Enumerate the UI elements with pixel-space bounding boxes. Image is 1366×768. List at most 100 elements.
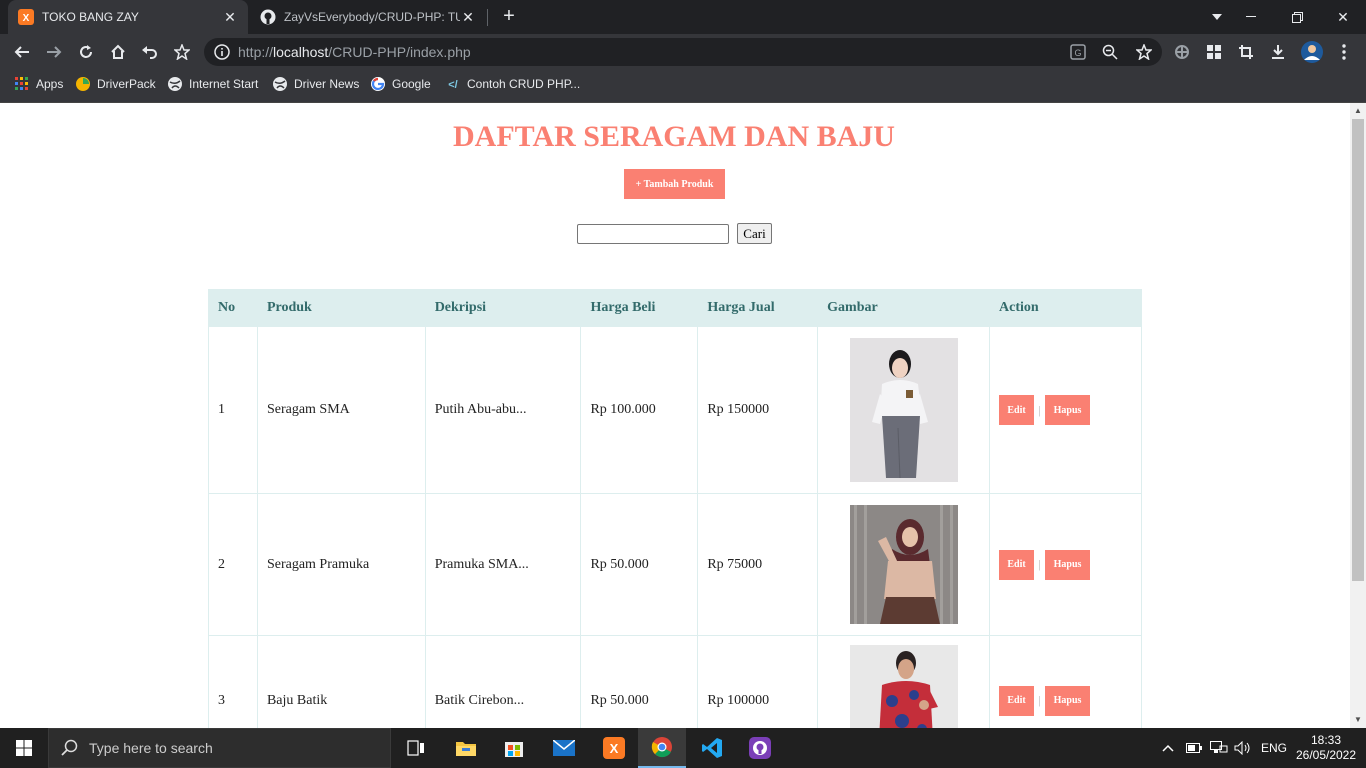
svg-text:X: X: [610, 741, 619, 756]
restore-button[interactable]: [1274, 0, 1320, 34]
bookmark-google[interactable]: Google: [370, 70, 431, 98]
uniform-pramuka-photo: [849, 505, 958, 624]
cell-action: Edit | Hapus: [989, 326, 1142, 494]
column-header-produk: Produk: [256, 289, 426, 327]
apps-grid-icon[interactable]: [1200, 38, 1228, 66]
cell-gambar: [817, 635, 991, 728]
home-icon[interactable]: [104, 38, 132, 66]
svg-text:</: </: [448, 79, 457, 91]
download-icon[interactable]: [1264, 38, 1292, 66]
google-icon: [370, 76, 386, 92]
cell-gambar: [817, 493, 991, 636]
edit-button[interactable]: Edit: [999, 549, 1035, 580]
address-bar[interactable]: http://localhost/CRUD-PHP/index.php G: [204, 38, 1162, 66]
table-row: 2 Seragam Pramuka Pramuka SMA... Rp 50.0…: [208, 493, 1142, 636]
bookmark-label: Internet Start: [189, 77, 259, 91]
microsoft-store-icon[interactable]: [490, 728, 538, 768]
delete-button[interactable]: Hapus: [1045, 685, 1091, 716]
close-window-button[interactable]: ✕: [1320, 0, 1366, 34]
battery-icon[interactable]: [1186, 728, 1202, 768]
cell-harga-beli: Rp 50.000: [580, 635, 699, 728]
delete-button[interactable]: Hapus: [1045, 549, 1091, 580]
cell-no: 3: [208, 635, 258, 728]
globe-icon: [272, 76, 288, 92]
minimize-button[interactable]: [1228, 0, 1274, 34]
bookmark-internet-start[interactable]: Internet Start: [167, 70, 258, 98]
page-viewport: DAFTAR SERAGAM DAN BAJU + Tambah Produk …: [0, 103, 1350, 728]
github-icon: [260, 9, 276, 25]
column-header-harga-jual: Harga Jual: [697, 289, 819, 327]
bookmark-apps[interactable]: Apps: [14, 70, 63, 98]
file-explorer-icon[interactable]: [442, 728, 490, 768]
zoom-icon[interactable]: [1102, 44, 1118, 65]
svg-text:G: G: [1074, 48, 1081, 58]
url-prefix: http://: [238, 44, 274, 60]
scroll-down-icon[interactable]: ▼: [1350, 712, 1366, 728]
tab-title: TOKO BANG ZAY: [42, 10, 139, 24]
undo-icon[interactable]: [136, 38, 164, 66]
vscode-icon[interactable]: [688, 728, 736, 768]
cell-harga-jual: Rp 100000: [697, 635, 819, 728]
cell-deskripsi: Pramuka SMA...: [424, 493, 582, 636]
svg-text:X: X: [23, 13, 30, 24]
new-tab-button[interactable]: +: [498, 5, 520, 27]
info-icon[interactable]: [214, 44, 230, 65]
column-header-no: No: [208, 289, 258, 327]
network-icon[interactable]: [1210, 728, 1228, 768]
globe-icon: [167, 76, 183, 92]
action-divider: |: [1038, 557, 1041, 571]
bookmark-label: Google: [392, 77, 431, 91]
back-icon[interactable]: [8, 38, 36, 66]
add-product-button[interactable]: + Tambah Produk: [624, 169, 725, 199]
cell-produk: Baju Batik: [256, 635, 426, 728]
bookmark-contoh-crud[interactable]: </ Contoh CRUD PHP...: [445, 70, 580, 98]
profile-avatar[interactable]: [1298, 38, 1326, 66]
search-button[interactable]: Cari: [737, 223, 772, 244]
forward-icon[interactable]: [40, 38, 68, 66]
crop-icon[interactable]: [1232, 38, 1260, 66]
xampp-icon: X: [18, 9, 34, 25]
table-row: 3 Baju Batik Batik Cirebon... Rp 50.000 …: [208, 635, 1142, 728]
star-icon[interactable]: [1135, 42, 1153, 65]
extensions-icon[interactable]: [1168, 38, 1196, 66]
scroll-up-icon[interactable]: ▲: [1350, 103, 1366, 119]
language-indicator[interactable]: ENG: [1261, 728, 1287, 768]
mail-icon[interactable]: [540, 728, 588, 768]
show-hidden-icons[interactable]: [1162, 728, 1174, 768]
volume-icon[interactable]: [1234, 728, 1252, 768]
cell-deskripsi: Batik Cirebon...: [424, 635, 582, 728]
tab-toko-bang-zay[interactable]: X TOKO BANG ZAY ✕: [8, 0, 248, 34]
github-desktop-icon[interactable]: [736, 728, 784, 768]
page-scrollbar[interactable]: ▲ ▼: [1350, 103, 1366, 728]
tab-github[interactable]: ZayVsEverybody/CRUD-PHP: TUG ✕: [250, 0, 486, 34]
translate-icon[interactable]: G: [1070, 44, 1086, 65]
xampp-taskbar-icon[interactable]: X: [590, 728, 638, 768]
bookmark-driverpack[interactable]: DriverPack: [75, 70, 156, 98]
bookmark-star-icon[interactable]: [168, 38, 196, 66]
clock[interactable]: 18:33 26/05/2022: [1296, 728, 1356, 768]
close-tab-icon[interactable]: ✕: [222, 9, 238, 26]
task-view-icon[interactable]: [392, 728, 440, 768]
cell-harga-jual: Rp 75000: [697, 493, 819, 636]
menu-icon[interactable]: [1330, 38, 1358, 66]
bookmark-driver-news[interactable]: Driver News: [272, 70, 359, 98]
close-tab-icon[interactable]: ✕: [460, 9, 476, 26]
edit-button[interactable]: Edit: [999, 395, 1035, 425]
windows-start-icon[interactable]: [0, 728, 48, 768]
uniform-sma-photo: [849, 338, 958, 482]
reload-icon[interactable]: [72, 38, 100, 66]
cell-deskripsi: Putih Abu-abu...: [424, 326, 582, 494]
taskbar-search-placeholder: Type here to search: [89, 740, 213, 756]
taskbar-search-box[interactable]: Type here to search: [48, 728, 391, 768]
cell-no: 2: [208, 493, 258, 636]
clock-time: 18:33: [1310, 733, 1342, 747]
chrome-taskbar-icon[interactable]: [638, 728, 686, 768]
delete-button[interactable]: Hapus: [1045, 395, 1091, 425]
cell-action: Edit | Hapus: [989, 493, 1142, 636]
tab-strip: X TOKO BANG ZAY ✕ ZayVsEverybody/CRUD-PH…: [0, 0, 1366, 34]
search-input[interactable]: [577, 224, 729, 244]
edit-button[interactable]: Edit: [999, 685, 1035, 716]
column-header-action: Action: [989, 289, 1142, 327]
cell-produk: Seragam Pramuka: [256, 493, 426, 636]
scrollbar-thumb[interactable]: [1352, 119, 1364, 581]
